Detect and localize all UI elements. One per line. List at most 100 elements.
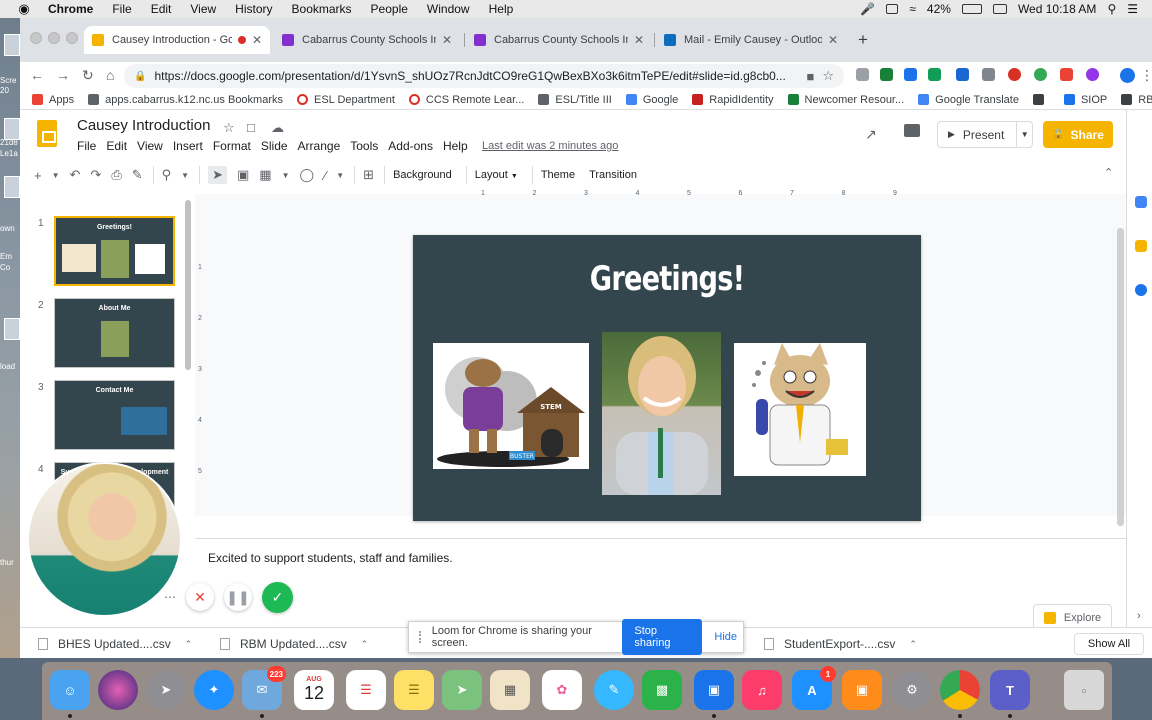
download-chevron-icon[interactable]: ⌃	[185, 639, 193, 650]
music-icon[interactable]: ♫	[742, 670, 782, 710]
menu-history[interactable]: History	[235, 2, 272, 16]
lock-icon[interactable]: 🔒	[134, 71, 146, 82]
menu-app-name[interactable]: Chrome	[48, 2, 93, 16]
window-minimize-button[interactable]	[48, 32, 60, 44]
extension-icon[interactable]	[904, 68, 917, 81]
books-icon[interactable]: ▣	[842, 670, 882, 710]
theme-button[interactable]: Theme	[541, 169, 575, 181]
menu-window[interactable]: Window	[427, 2, 470, 16]
desktop-file[interactable]	[4, 318, 20, 340]
transition-button[interactable]: Transition	[589, 169, 637, 181]
keynote-icon[interactable]: ▣	[694, 670, 734, 710]
apple-icon[interactable]: ◉	[16, 1, 32, 17]
home-icon[interactable]: ⌂	[106, 67, 114, 83]
download-item[interactable]: BHES Updated....csv ⌃	[38, 637, 192, 651]
comment-history-icon[interactable]	[904, 124, 920, 137]
microphone-icon[interactable]: 🎤	[860, 2, 875, 16]
tab-cabarrus-2[interactable]: Cabarrus County Schools Inter ✕	[466, 26, 652, 54]
slide-title[interactable]: Greetings!	[464, 259, 870, 299]
messages-icon[interactable]: ✎	[594, 670, 634, 710]
forward-arrow-icon[interactable]: →	[56, 67, 70, 83]
photos-icon[interactable]: ✿	[542, 670, 582, 710]
activity-dashboard-icon[interactable]: ↗	[865, 126, 877, 143]
cancel-recording-icon[interactable]: ✕	[186, 583, 214, 611]
siri-icon[interactable]	[98, 670, 138, 710]
portrait-photo[interactable]	[602, 332, 721, 495]
slide-thumbnail-1[interactable]: Greetings!	[54, 216, 175, 286]
slide-thumbnail-3[interactable]: Contact Me	[54, 380, 175, 450]
present-button[interactable]: ▶ Present ▼	[937, 121, 1033, 148]
zoom-chevron-icon[interactable]: ▼	[181, 171, 189, 180]
finish-recording-icon[interactable]: ✓	[262, 581, 293, 613]
menu-format[interactable]: Format	[213, 139, 251, 153]
preview-icon[interactable]: ▦	[490, 670, 530, 710]
paint-format-icon[interactable]: ✎	[132, 167, 143, 183]
bookmark-item[interactable]: Google	[625, 94, 678, 106]
finder-icon[interactable]: ☺	[50, 670, 90, 710]
notification-center-icon[interactable]: ☰	[1127, 2, 1138, 16]
shape-icon[interactable]: ◯	[300, 167, 315, 183]
tab-cabarrus-1[interactable]: Cabarrus County Schools Inter ✕	[274, 26, 460, 54]
menu-help[interactable]: Help	[489, 2, 514, 16]
menu-add-ons[interactable]: Add-ons	[388, 139, 433, 153]
mail-icon[interactable]: ✉ 223	[242, 666, 286, 710]
download-item[interactable]: StudentExport-....csv ⌃	[764, 637, 917, 651]
extension-icon[interactable]	[856, 68, 869, 81]
layout-button[interactable]: Layout ▼	[475, 169, 518, 181]
window-close-button[interactable]	[30, 32, 42, 44]
teams-icon[interactable]: T	[990, 670, 1030, 710]
bookmark-item[interactable]	[1032, 94, 1050, 105]
bookmark-item[interactable]: RBM Staff	[1121, 94, 1152, 106]
menu-edit[interactable]: Edit	[151, 2, 172, 16]
current-slide[interactable]: Greetings! STEM BUSTER	[413, 235, 921, 521]
clock[interactable]: Wed 10:18 AM	[1018, 2, 1097, 16]
line-icon[interactable]: ∕	[324, 168, 326, 183]
profile-avatar-icon[interactable]	[1120, 68, 1135, 83]
insert-comment-icon[interactable]: ⊞	[363, 167, 374, 183]
print-icon[interactable]: ⎙	[111, 167, 121, 183]
chrome-icon[interactable]	[940, 670, 980, 710]
line-chevron-icon[interactable]: ▼	[336, 171, 344, 180]
url-text[interactable]: https://docs.google.com/presentation/d/1…	[154, 69, 798, 83]
maps-icon[interactable]: ➤	[442, 670, 482, 710]
extension-icon[interactable]	[1086, 68, 1099, 81]
calendar-addon-icon[interactable]	[1135, 196, 1147, 208]
back-arrow-icon[interactable]: ←	[30, 67, 44, 83]
menu-view[interactable]: View	[190, 2, 216, 16]
zoom-icon[interactable]: ⚲	[162, 167, 172, 183]
side-panel-expand-icon[interactable]: ›	[1137, 610, 1141, 622]
present-dropdown-chevron-icon[interactable]: ▼	[1016, 122, 1032, 147]
new-tab-button[interactable]: +	[858, 30, 868, 50]
extension-icon[interactable]	[1034, 68, 1047, 81]
bookmark-item[interactable]: Newcomer Resour...	[787, 94, 904, 106]
pause-recording-icon[interactable]: ❚❚	[224, 583, 252, 611]
background-button[interactable]: Background	[393, 169, 452, 181]
flag-icon[interactable]	[992, 4, 1007, 14]
image-chevron-icon[interactable]: ▼	[282, 171, 290, 180]
bookmark-item[interactable]: ESL/Title III	[538, 94, 612, 106]
bookmark-item[interactable]: SIOP	[1063, 94, 1107, 106]
battery-percent[interactable]: 42%	[927, 2, 951, 16]
record-icon[interactable]	[886, 4, 899, 14]
filmstrip-scrollbar[interactable]	[185, 200, 191, 370]
new-slide-chevron-icon[interactable]: ▼	[52, 171, 60, 180]
tab-close-icon[interactable]: ✕	[252, 33, 262, 47]
spotlight-icon[interactable]: ⚲	[1107, 2, 1116, 16]
extension-icon[interactable]	[1060, 68, 1073, 81]
bookmark-item[interactable]: CCS Remote Lear...	[408, 94, 524, 106]
menu-edit[interactable]: Edit	[106, 139, 127, 153]
collapse-toolbar-icon[interactable]: ⌃	[1104, 166, 1113, 179]
star-icon[interactable]: ☆	[223, 120, 235, 136]
notes-icon[interactable]: ☰	[394, 670, 434, 710]
reminders-icon[interactable]: ☰	[346, 670, 386, 710]
omnibox[interactable]: 🔒 https://docs.google.com/presentation/d…	[124, 64, 844, 88]
menu-insert[interactable]: Insert	[173, 139, 203, 153]
tab-causey-introduction[interactable]: Causey Introduction - Goo ✕	[84, 26, 270, 54]
stop-sharing-button[interactable]: Stop sharing	[622, 619, 703, 655]
bookmark-item[interactable]: Apps	[32, 94, 74, 106]
slide-thumbnail-2[interactable]: About Me	[54, 298, 175, 368]
tab-close-icon[interactable]: ✕	[828, 33, 838, 47]
speaker-notes-text[interactable]: Excited to support students, staff and f…	[208, 551, 453, 565]
reload-icon[interactable]: ↻	[82, 67, 94, 84]
image-icon[interactable]: ▦	[259, 167, 271, 183]
